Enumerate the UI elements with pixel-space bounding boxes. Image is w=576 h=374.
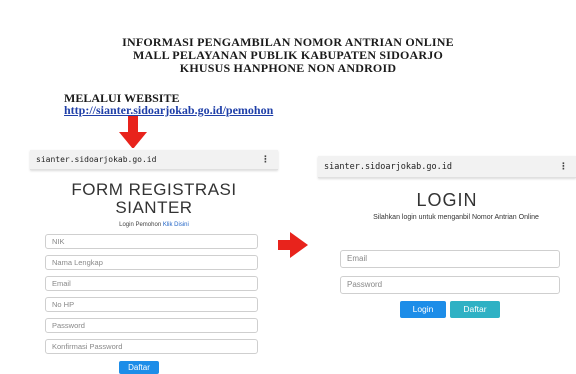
- form-title-line-2: SIANTER: [115, 198, 193, 217]
- login-email-field[interactable]: Email: [340, 250, 560, 268]
- name-field[interactable]: Nama Lengkap: [45, 255, 258, 270]
- login-prompt-text: Login Pemohon: [119, 222, 162, 228]
- website-link[interactable]: http://sianter.sidoarjokab.go.id/pemohon: [64, 103, 273, 118]
- nik-field[interactable]: NIK: [45, 234, 258, 249]
- form-title-line-1: FORM REGISTRASI: [71, 180, 237, 199]
- register-screen: sianter.sidoarjokab.go.id ⋮ FORM REGISTR…: [30, 148, 278, 374]
- confirm-password-field[interactable]: Konfirmasi Password: [45, 339, 258, 354]
- register-button[interactable]: Daftar: [450, 301, 500, 318]
- more-vertical-icon[interactable]: ⋮: [261, 150, 270, 170]
- password-field[interactable]: Password: [45, 318, 258, 333]
- address-bar-url: sianter.sidoarjokab.go.id: [36, 155, 157, 164]
- heading-line-3: KHUSUS HANPHONE NON ANDROID: [179, 61, 397, 75]
- email-field[interactable]: Email: [45, 276, 258, 291]
- address-bar-url: sianter.sidoarjokab.go.id: [324, 162, 452, 172]
- down-arrow-icon: [119, 116, 147, 149]
- info-heading: INFORMASI PENGAMBILAN NOMOR ANTRIAN ONLI…: [0, 36, 576, 75]
- more-vertical-icon[interactable]: ⋮: [559, 156, 568, 178]
- login-subtitle: Silahkan login untuk menganbil Nomor Ant…: [373, 214, 539, 221]
- login-title: LOGIN: [416, 190, 478, 210]
- login-button[interactable]: Login: [400, 301, 446, 318]
- login-link[interactable]: Klik Disini: [163, 222, 189, 228]
- login-screen: sianter.sidoarjokab.go.id ⋮ LOGIN Silahk…: [318, 150, 576, 330]
- register-submit-button[interactable]: Daftar: [119, 361, 159, 374]
- login-password-field[interactable]: Password: [340, 276, 560, 294]
- login-prompt: Login Pemohon Klik Disini: [30, 222, 278, 228]
- phone-field[interactable]: No HP: [45, 297, 258, 312]
- address-bar[interactable]: sianter.sidoarjokab.go.id ⋮: [318, 156, 576, 178]
- address-bar[interactable]: sianter.sidoarjokab.go.id ⋮: [30, 150, 278, 170]
